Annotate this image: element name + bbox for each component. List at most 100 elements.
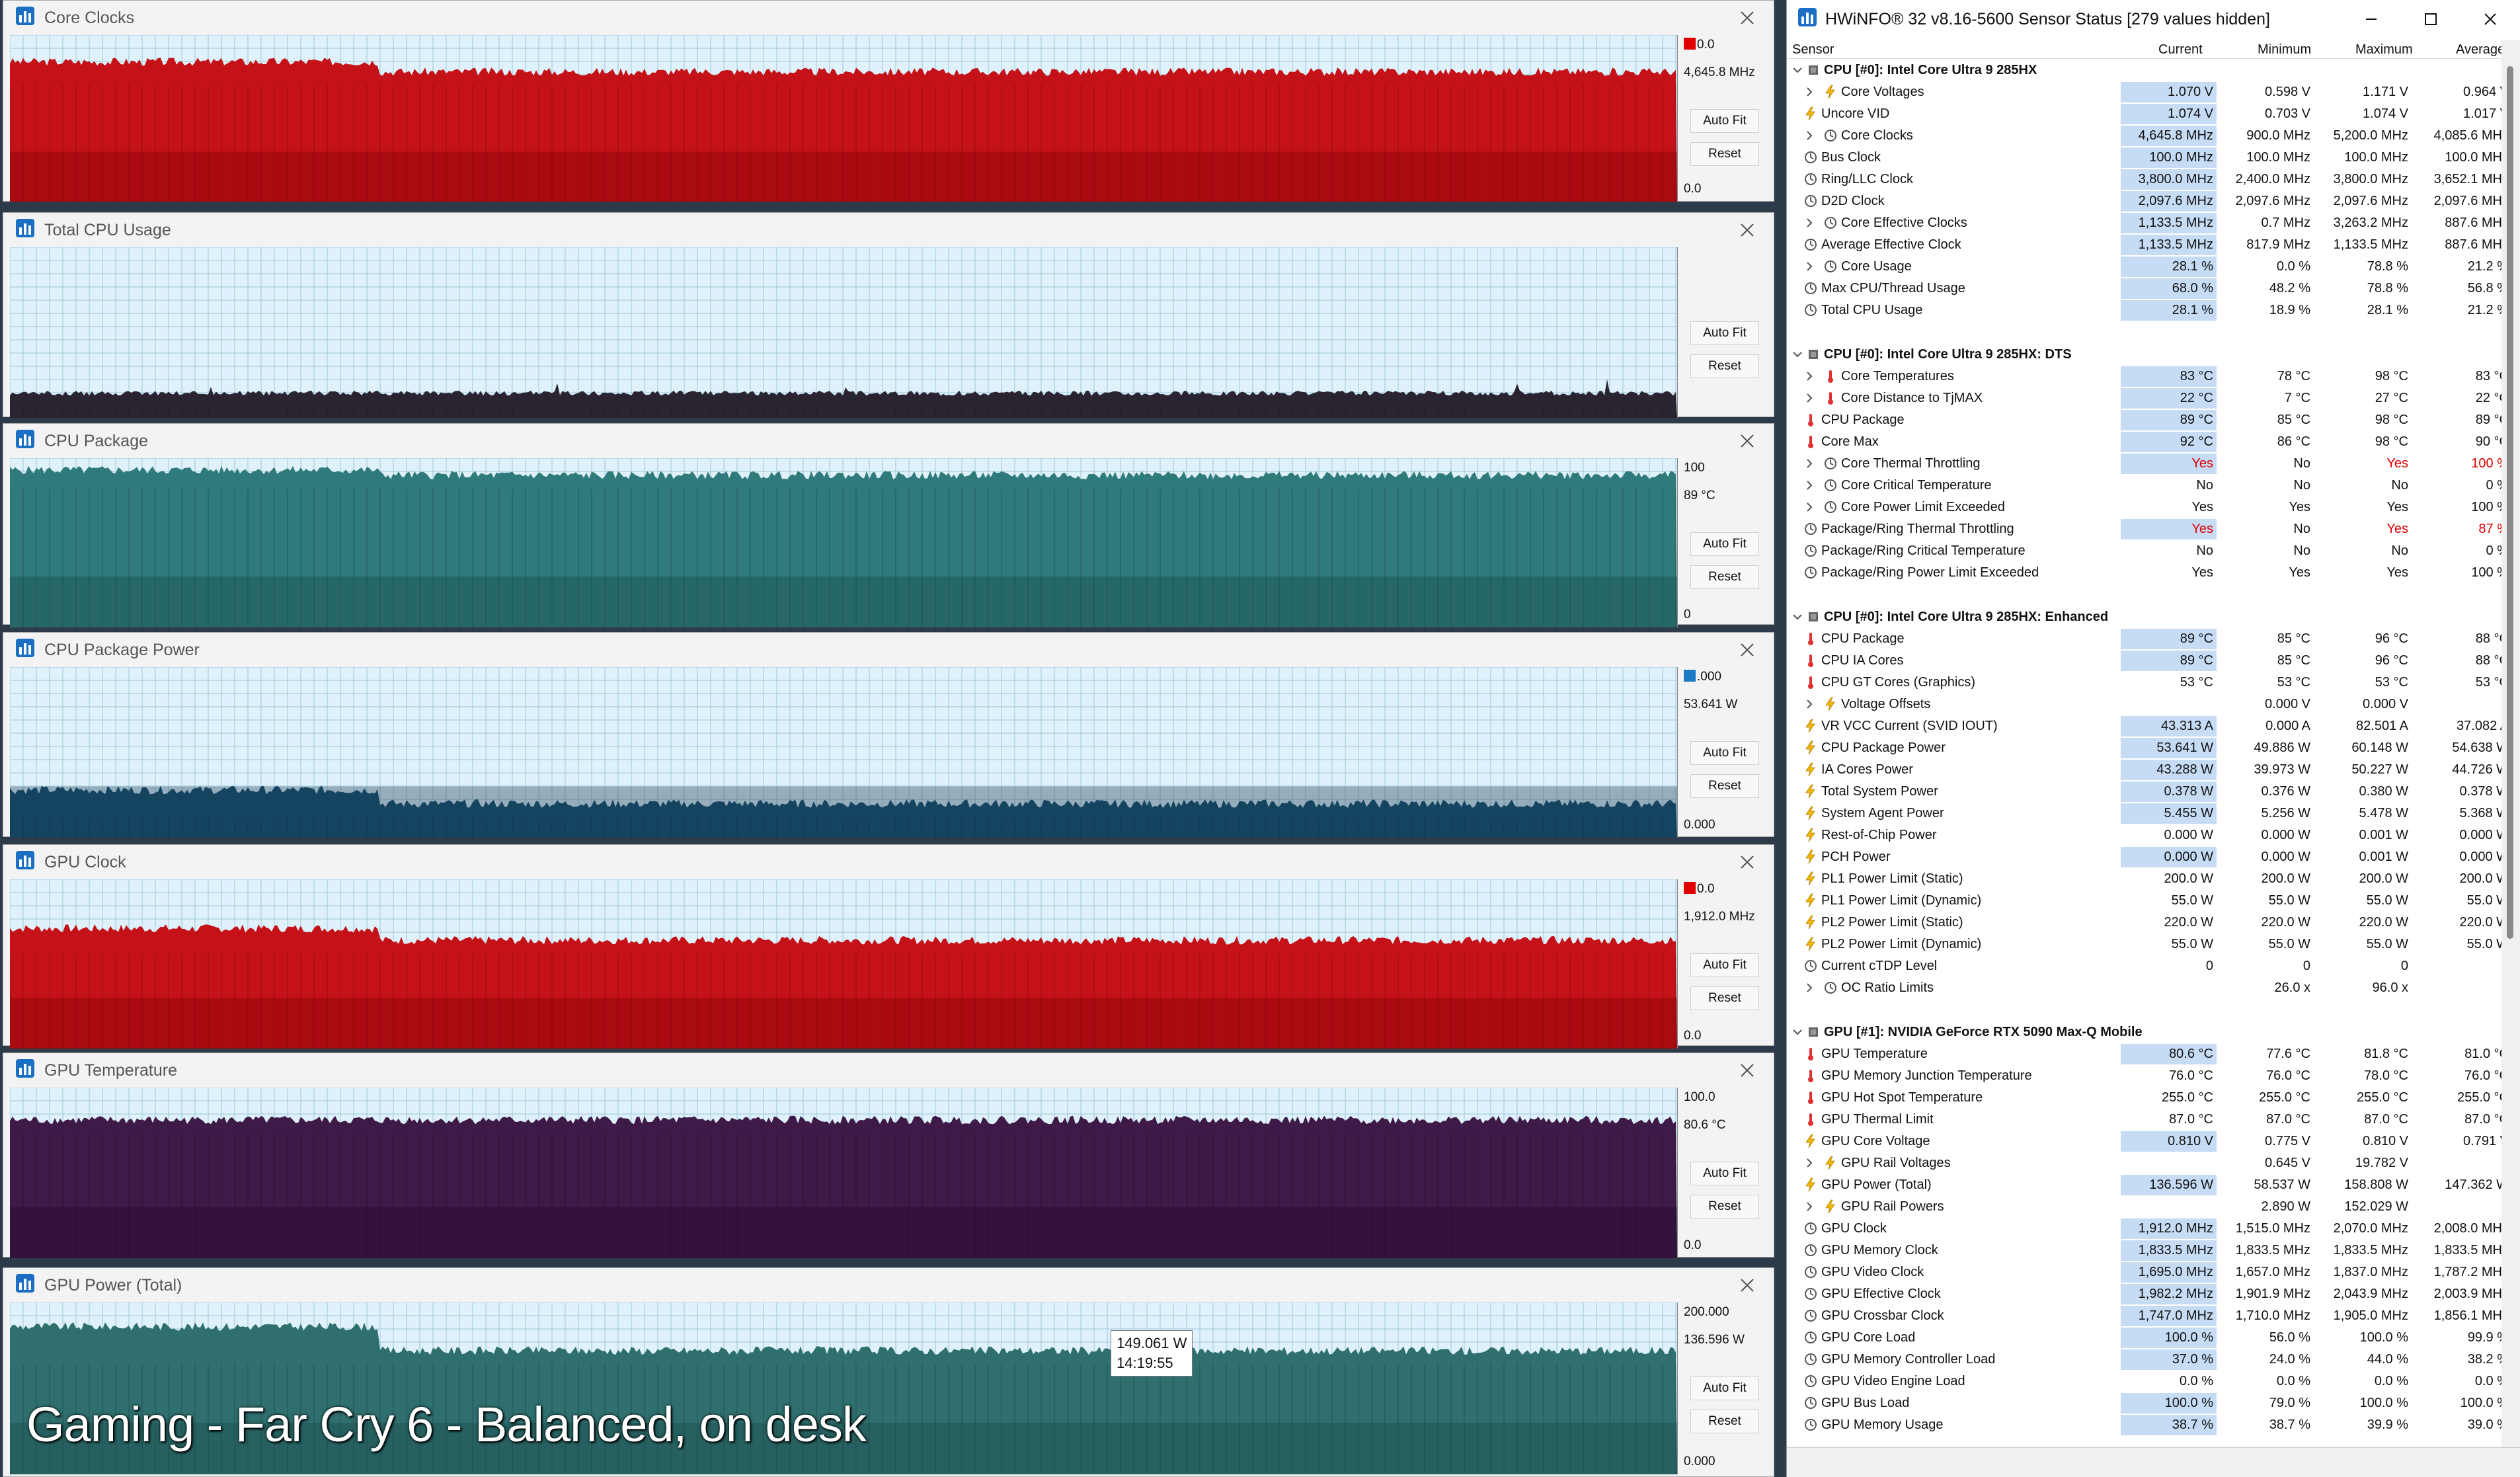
graph-color-swatch[interactable] [1684, 38, 1696, 50]
expand-chevron-icon[interactable] [1804, 130, 1815, 140]
sensor-row[interactable]: GPU Video Clock 1,695.0 MHz 1,657.0 MHz … [1787, 1261, 2509, 1283]
sensor-row[interactable]: GPU Effective Clock 1,982.2 MHz 1,901.9 … [1787, 1283, 2509, 1305]
sensor-row[interactable]: Core Thermal Throttling Yes No Yes 100 % [1787, 453, 2509, 475]
reset-button[interactable]: Reset [1690, 1195, 1759, 1218]
col-minimum[interactable]: Minimum [2258, 42, 2311, 58]
sensor-row[interactable]: GPU Memory Clock 1,833.5 MHz 1,833.5 MHz… [1787, 1240, 2509, 1261]
graph-plot[interactable] [10, 667, 1678, 838]
sensor-row[interactable]: Package/Ring Thermal Throttling Yes No Y… [1787, 518, 2509, 540]
maximize-button[interactable] [2401, 0, 2461, 38]
graph-window[interactable]: Core Clocks 0.0 4,645.8 MHz Auto Fit Res… [3, 0, 1774, 202]
graph-close-button[interactable] [1735, 638, 1759, 662]
expand-chevron-icon[interactable] [1804, 370, 1815, 381]
sensor-row[interactable]: Total System Power 0.378 W 0.376 W 0.380… [1787, 781, 2509, 803]
sensor-row[interactable]: Max CPU/Thread Usage 68.0 % 48.2 % 78.8 … [1787, 278, 2509, 299]
graph-plot[interactable] [10, 458, 1678, 627]
sensor-row[interactable]: Core Critical Temperature No No No 0 % [1787, 475, 2509, 497]
sensor-row[interactable]: Core Temperatures 83 °C 78 °C 98 °C 83 °… [1787, 366, 2509, 387]
sensor-row[interactable]: Core Usage 28.1 % 0.0 % 78.8 % 21.2 % [1787, 256, 2509, 278]
sensor-row[interactable]: PL1 Power Limit (Static) 200.0 W 200.0 W… [1787, 868, 2509, 890]
expand-chevron-icon[interactable] [1804, 1157, 1815, 1168]
sensor-row[interactable]: Core Distance to TjMAX 22 °C 7 °C 27 °C … [1787, 387, 2509, 409]
sensor-row[interactable]: System Agent Power 5.455 W 5.256 W 5.478… [1787, 803, 2509, 824]
sensor-row[interactable]: CPU IA Cores 89 °C 85 °C 96 °C 88 °C [1787, 650, 2509, 672]
expand-chevron-icon[interactable] [1804, 260, 1815, 271]
auto-fit-button[interactable]: Auto Fit [1690, 1377, 1759, 1400]
auto-fit-button[interactable]: Auto Fit [1690, 953, 1759, 977]
sensor-row[interactable]: Uncore VID 1.074 V 0.703 V 1.074 V 1.017… [1787, 103, 2509, 125]
reset-button[interactable]: Reset [1690, 354, 1759, 378]
graph-titlebar[interactable]: GPU Temperature [3, 1053, 1774, 1088]
expand-chevron-icon[interactable] [1804, 217, 1815, 227]
sensor-row[interactable]: PL1 Power Limit (Dynamic) 55.0 W 55.0 W … [1787, 890, 2509, 912]
col-average[interactable]: Average [2456, 42, 2505, 58]
sensor-row[interactable]: CPU Package 89 °C 85 °C 96 °C 88 °C [1787, 628, 2509, 650]
sensor-row[interactable]: Core Power Limit Exceeded Yes Yes Yes 10… [1787, 497, 2509, 518]
auto-fit-button[interactable]: Auto Fit [1690, 532, 1759, 556]
sensor-row[interactable]: Average Effective Clock 1,133.5 MHz 817.… [1787, 234, 2509, 256]
sensor-row[interactable]: VR VCC Current (SVID IOUT) 43.313 A 0.00… [1787, 715, 2509, 737]
graph-titlebar[interactable]: CPU Package Power [3, 633, 1774, 667]
sensor-row[interactable]: Bus Clock 100.0 MHz 100.0 MHz 100.0 MHz … [1787, 147, 2509, 169]
collapse-chevron-icon[interactable] [1792, 611, 1803, 621]
sensor-row[interactable]: Package/Ring Critical Temperature No No … [1787, 540, 2509, 562]
graph-titlebar[interactable]: Core Clocks [3, 1, 1774, 35]
sensor-row[interactable]: Current cTDP Level 0 0 0 0 [1787, 955, 2509, 977]
reset-button[interactable]: Reset [1690, 774, 1759, 798]
sensor-row[interactable]: GPU Power (Total) 136.596 W 58.537 W 158… [1787, 1174, 2509, 1196]
graph-close-button[interactable] [1735, 1273, 1759, 1297]
sensor-row[interactable]: Rest-of-Chip Power 0.000 W 0.000 W 0.001… [1787, 824, 2509, 846]
graph-titlebar[interactable]: CPU Package [3, 424, 1774, 458]
minimize-button[interactable] [2342, 0, 2401, 38]
graph-titlebar[interactable]: Total CPU Usage [3, 213, 1774, 247]
sensor-row[interactable]: Total CPU Usage 28.1 % 18.9 % 28.1 % 21.… [1787, 299, 2509, 321]
sensor-row[interactable]: GPU Core Load 100.0 % 56.0 % 100.0 % 99.… [1787, 1327, 2509, 1349]
sensor-row[interactable]: D2D Clock 2,097.6 MHz 2,097.6 MHz 2,097.… [1787, 190, 2509, 212]
sensor-row[interactable]: OC Ratio Limits 26.0 x 96.0 x [1787, 977, 2501, 999]
sensor-row[interactable]: GPU Hot Spot Temperature 255.0 °C 255.0 … [1787, 1087, 2509, 1109]
sensor-group-header[interactable]: CPU [#0]: Intel Core Ultra 9 285HX: Enha… [1787, 606, 2501, 628]
sensor-row[interactable]: GPU Crossbar Clock 1,747.0 MHz 1,710.0 M… [1787, 1305, 2509, 1327]
sensor-row[interactable]: CPU Package 89 °C 85 °C 98 °C 89 °C [1787, 409, 2509, 431]
sensor-row[interactable]: PL2 Power Limit (Static) 220.0 W 220.0 W… [1787, 912, 2509, 934]
sensor-row[interactable]: PL2 Power Limit (Dynamic) 55.0 W 55.0 W … [1787, 934, 2509, 955]
sensor-row[interactable]: Core Clocks 4,645.8 MHz 900.0 MHz 5,200.… [1787, 125, 2509, 147]
graph-close-button[interactable] [1735, 6, 1759, 30]
sensor-row[interactable]: GPU Core Voltage 0.810 V 0.775 V 0.810 V… [1787, 1131, 2509, 1152]
sensor-row[interactable]: GPU Clock 1,912.0 MHz 1,515.0 MHz 2,070.… [1787, 1218, 2509, 1240]
sensor-row[interactable]: Core Effective Clocks 1,133.5 MHz 0.7 MH… [1787, 212, 2509, 234]
vertical-scrollbar[interactable] [2501, 40, 2520, 1451]
sensor-row[interactable]: GPU Memory Controller Load 37.0 % 24.0 %… [1787, 1349, 2509, 1371]
sensor-group-header[interactable]: GPU [#1]: NVIDIA GeForce RTX 5090 Max-Q … [1787, 1021, 2501, 1043]
sensor-row[interactable]: Package/Ring Power Limit Exceeded Yes Ye… [1787, 562, 2509, 584]
reset-button[interactable]: Reset [1690, 142, 1759, 166]
sensor-row[interactable]: CPU Package Power 53.641 W 49.886 W 60.1… [1787, 737, 2509, 759]
graph-close-button[interactable] [1735, 1058, 1759, 1082]
scrollbar-thumb[interactable] [2507, 66, 2513, 939]
collapse-chevron-icon[interactable] [1792, 1026, 1803, 1037]
expand-chevron-icon[interactable] [1804, 458, 1815, 468]
sensor-row[interactable]: Ring/LLC Clock 3,800.0 MHz 2,400.0 MHz 3… [1787, 169, 2509, 190]
sensor-row[interactable]: GPU Temperature 80.6 °C 77.6 °C 81.8 °C … [1787, 1043, 2509, 1065]
col-maximum[interactable]: Maximum [2355, 42, 2413, 58]
sensor-row[interactable]: GPU Thermal Limit 87.0 °C 87.0 °C 87.0 °… [1787, 1109, 2509, 1131]
graph-window[interactable]: CPU Package Power .000 53.641 W Auto Fit… [3, 632, 1774, 838]
graph-close-button[interactable] [1735, 429, 1759, 453]
expand-chevron-icon[interactable] [1804, 982, 1815, 992]
collapse-chevron-icon[interactable] [1792, 348, 1803, 359]
expand-chevron-icon[interactable] [1804, 86, 1815, 97]
col-current[interactable]: Current [2158, 42, 2203, 58]
sensor-row[interactable]: GPU Rail Voltages 0.645 V 19.782 V [1787, 1152, 2501, 1174]
sensor-row[interactable]: Core Voltages 1.070 V 0.598 V 1.171 V 0.… [1787, 81, 2509, 103]
sensor-row[interactable]: IA Cores Power 43.288 W 39.973 W 50.227 … [1787, 759, 2509, 781]
collapse-chevron-icon[interactable] [1792, 64, 1803, 75]
graph-close-button[interactable] [1735, 850, 1759, 874]
sensor-row[interactable]: PCH Power 0.000 W 0.000 W 0.001 W 0.000 … [1787, 846, 2509, 868]
expand-chevron-icon[interactable] [1804, 501, 1815, 512]
auto-fit-button[interactable]: Auto Fit [1690, 741, 1759, 765]
graph-titlebar[interactable]: GPU Clock [3, 845, 1774, 879]
expand-chevron-icon[interactable] [1804, 698, 1815, 709]
graph-plot[interactable] [10, 35, 1678, 202]
sensor-row[interactable]: GPU Bus Load 100.0 % 79.0 % 100.0 % 100.… [1787, 1392, 2509, 1414]
graph-window[interactable]: CPU Package 100 89 °C Auto Fit Reset 0 [3, 423, 1774, 627]
